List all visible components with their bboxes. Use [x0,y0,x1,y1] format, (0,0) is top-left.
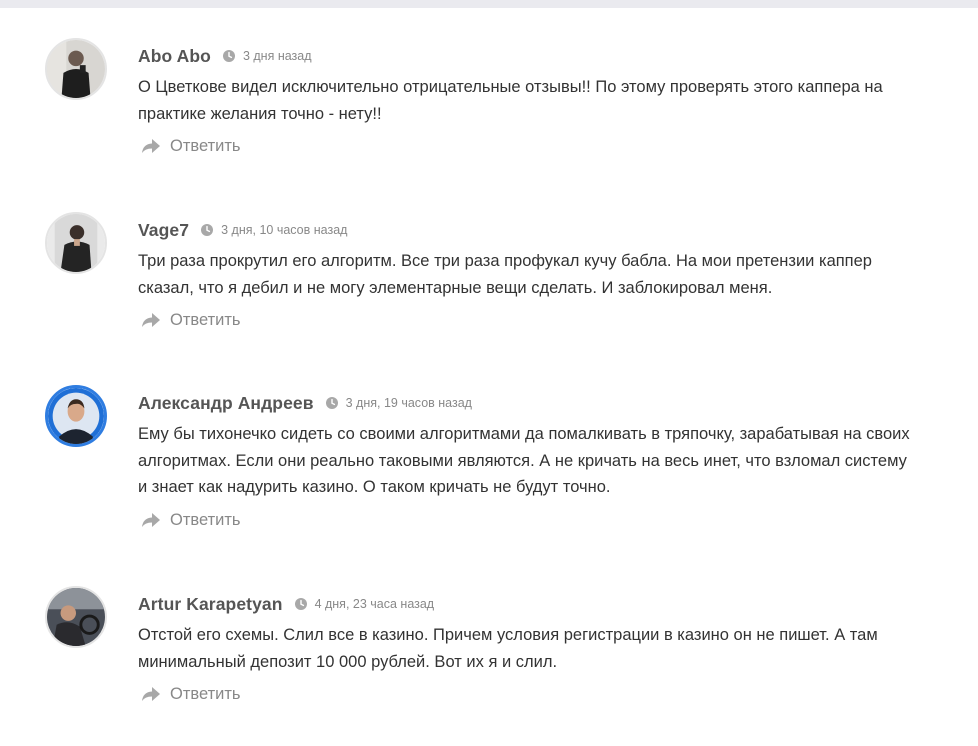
comment-author: Abo Abo [138,45,211,66]
comment-date: 3 дня назад [242,49,312,63]
reply-label: Ответить [170,510,241,529]
avatar[interactable] [45,212,107,274]
comment-author: Александр Андреев [138,392,314,413]
comment-author: Artur Karapetyan [138,593,283,614]
reply-label: Ответить [170,136,241,155]
reply-arrow-icon [141,512,161,528]
reply-label: Ответить [170,310,241,329]
top-divider [0,0,978,8]
comment-date: 3 дня, 19 часов назад [345,396,472,410]
comment-date: 3 дня, 10 часов назад [221,223,348,237]
clock-icon [222,50,235,62]
clock-icon [294,598,307,610]
comment-date: 4 дня, 23 часа назад [314,597,435,611]
avatar[interactable] [45,38,107,100]
avatar[interactable] [45,385,107,447]
clock-icon [325,397,338,409]
reply-arrow-icon [141,312,161,328]
comment-text: Отстой его схемы. Слил все в казино. При… [138,626,878,671]
avatar[interactable] [45,586,107,648]
reply-arrow-icon [141,138,161,154]
reply-button[interactable]: Ответить [141,510,241,530]
reply-button[interactable]: Ответить [141,136,241,156]
reply-label: Ответить [170,684,241,703]
comment-text: Ему бы тихонечко сидеть со своими алгори… [138,425,910,496]
reply-arrow-icon [141,686,161,702]
comment-author: Vage7 [138,219,190,240]
comment-text: Три раза прокрутил его алгоритм. Все три… [138,252,872,297]
comment-text: О Цветкове видел исключительно отрицател… [138,78,883,123]
reply-button[interactable]: Ответить [141,310,241,330]
reply-button[interactable]: Ответить [141,684,241,704]
clock-icon [201,224,214,236]
